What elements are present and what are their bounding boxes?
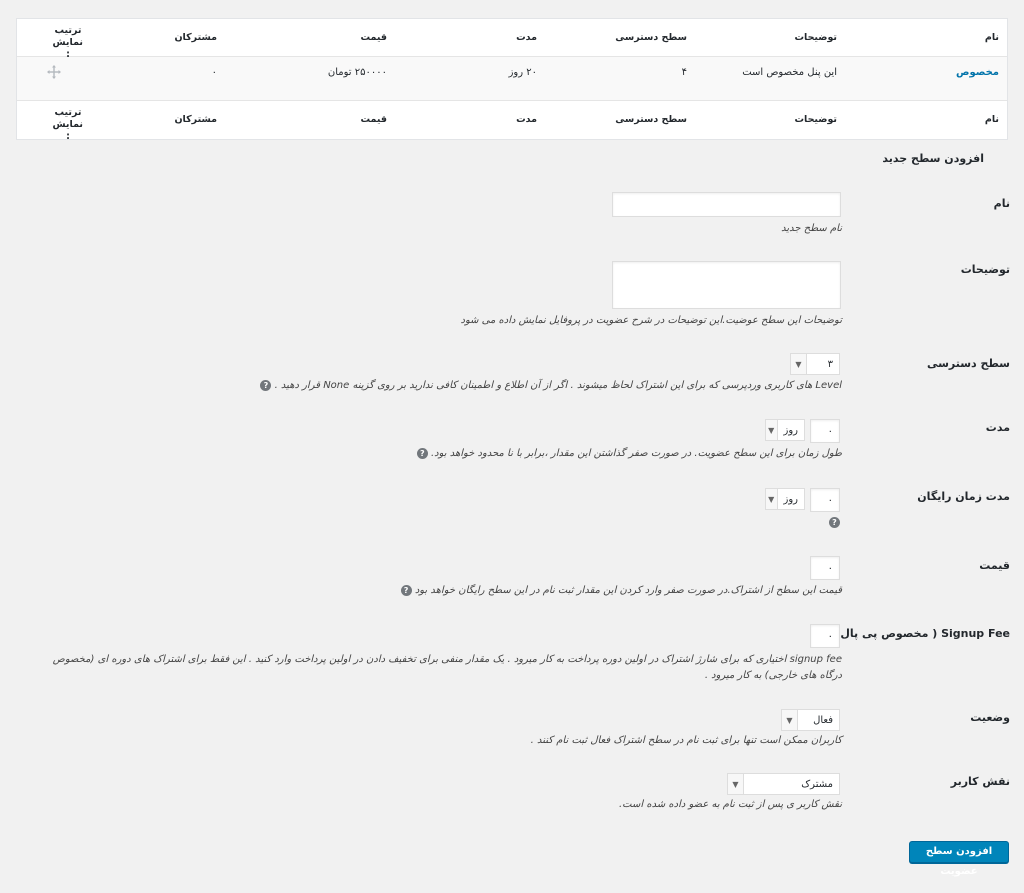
chevron-down-icon: ▼ — [766, 420, 778, 440]
chevron-down-icon: ▼ — [791, 354, 807, 374]
col-order: ترتیب نمایش : — [52, 25, 84, 60]
price-input[interactable] — [810, 556, 840, 580]
status-label: وضعیت — [970, 711, 1010, 724]
level-duration: ۲۰ روز — [508, 67, 537, 78]
access-help: Level های کاربری وردپرسی که برای این اشت… — [142, 378, 842, 394]
price-help-text: قیمت این سطح از اشتراک.در صورت صفر وارد … — [414, 585, 842, 596]
status-help: کاربران ممکن است تنها برای ثبت نام در سط… — [530, 735, 842, 746]
signup-fee-help: signup fee اختیاری که برای شارژ اشتراک د… — [52, 654, 842, 681]
col-price: قیمت — [360, 114, 387, 125]
description-textarea[interactable] — [612, 261, 841, 309]
col-subscribers: مشترکان — [174, 114, 217, 125]
role-select[interactable]: مشترک ▼ — [727, 773, 840, 795]
trial-input[interactable] — [810, 488, 840, 512]
col-duration: مدت — [516, 114, 537, 125]
access-label: سطح دسترسی — [926, 357, 1010, 370]
role-help: نقش کاربر ی پس از ثبت نام به عضو داده شد… — [619, 799, 842, 810]
table-footer: نام توضیحات سطح دسترسی مدت قیمت مشترکان … — [17, 101, 1007, 142]
name-help: نام سطح جدید — [781, 223, 842, 234]
col-access: سطح دسترسی — [615, 114, 687, 125]
description-help: توضیحات این سطح عوضیت.این توضیحات در شرح… — [460, 315, 843, 326]
name-label: نام — [993, 197, 1010, 210]
trial-label: مدت زمان رایگان — [917, 490, 1010, 503]
role-label: نقش کاربر — [950, 775, 1010, 788]
status-select[interactable]: فعال ▼ — [781, 709, 840, 731]
signup-fee-label: Signup Fee ( مخصوص پی پال) — [835, 627, 1010, 640]
description-label: توضیحات — [960, 263, 1010, 276]
price-help: قیمت این سطح از اشتراک.در صورت صفر وارد … — [142, 583, 842, 599]
status-value: فعال — [813, 714, 833, 726]
duration-label: مدت — [985, 421, 1010, 434]
chevron-down-icon: ▼ — [766, 489, 778, 509]
levels-table: نام توضیحات سطح دسترسی مدت قیمت مشترکان … — [16, 18, 1008, 142]
level-subscribers: ۰ — [211, 67, 217, 78]
table-header: نام توضیحات سطح دسترسی مدت قیمت مشترکان … — [17, 19, 1007, 60]
col-duration: مدت — [516, 32, 537, 43]
duration-unit-select[interactable]: روز ▼ — [765, 419, 805, 441]
duration-help-text: طول زمان برای این سطح عضویت. در صورت صفر… — [430, 448, 842, 459]
col-name[interactable]: نام — [985, 114, 999, 125]
table-row: مخصوص این پنل مخصوص است ۴ ۲۰ روز ۲۵۰۰۰۰ … — [17, 57, 1007, 101]
help-icon[interactable]: ? — [260, 379, 272, 391]
trial-unit-select[interactable]: روز ▼ — [765, 488, 805, 510]
section-title: افزودن سطح جدید — [882, 152, 984, 165]
col-subscribers: مشترکان — [174, 32, 217, 43]
col-access: سطح دسترسی — [615, 32, 687, 43]
chevron-down-icon: ▼ — [728, 774, 744, 794]
help-icon[interactable]: ? — [416, 447, 428, 459]
level-price: ۲۵۰۰۰۰ تومان — [327, 67, 387, 78]
access-select[interactable]: ۳ ▼ — [790, 353, 840, 375]
trial-unit-value: روز — [783, 493, 799, 505]
col-name[interactable]: نام — [985, 32, 999, 43]
help-icon[interactable]: ? — [400, 584, 412, 596]
role-value: مشترک — [801, 778, 833, 790]
col-price: قیمت — [360, 32, 387, 43]
move-icon[interactable] — [47, 65, 61, 79]
duration-help: طول زمان برای این سطح عضویت. در صورت صفر… — [142, 446, 842, 462]
duration-input[interactable] — [810, 419, 840, 443]
duration-unit-value: روز — [783, 424, 799, 436]
help-icon[interactable]: ? — [829, 517, 840, 528]
price-label: قیمت — [979, 559, 1010, 572]
add-level-button[interactable]: افزودن سطح عضویت — [909, 841, 1009, 877]
name-input[interactable] — [612, 192, 841, 217]
access-value: ۳ — [827, 358, 833, 370]
chevron-down-icon: ▼ — [782, 710, 798, 730]
access-help-text: Level های کاربری وردپرسی که برای این اشت… — [274, 380, 842, 391]
signup-fee-input[interactable] — [810, 624, 840, 648]
col-order: ترتیب نمایش : — [52, 107, 84, 142]
level-access: ۴ — [681, 67, 687, 78]
level-name-link[interactable]: مخصوص — [956, 67, 999, 78]
